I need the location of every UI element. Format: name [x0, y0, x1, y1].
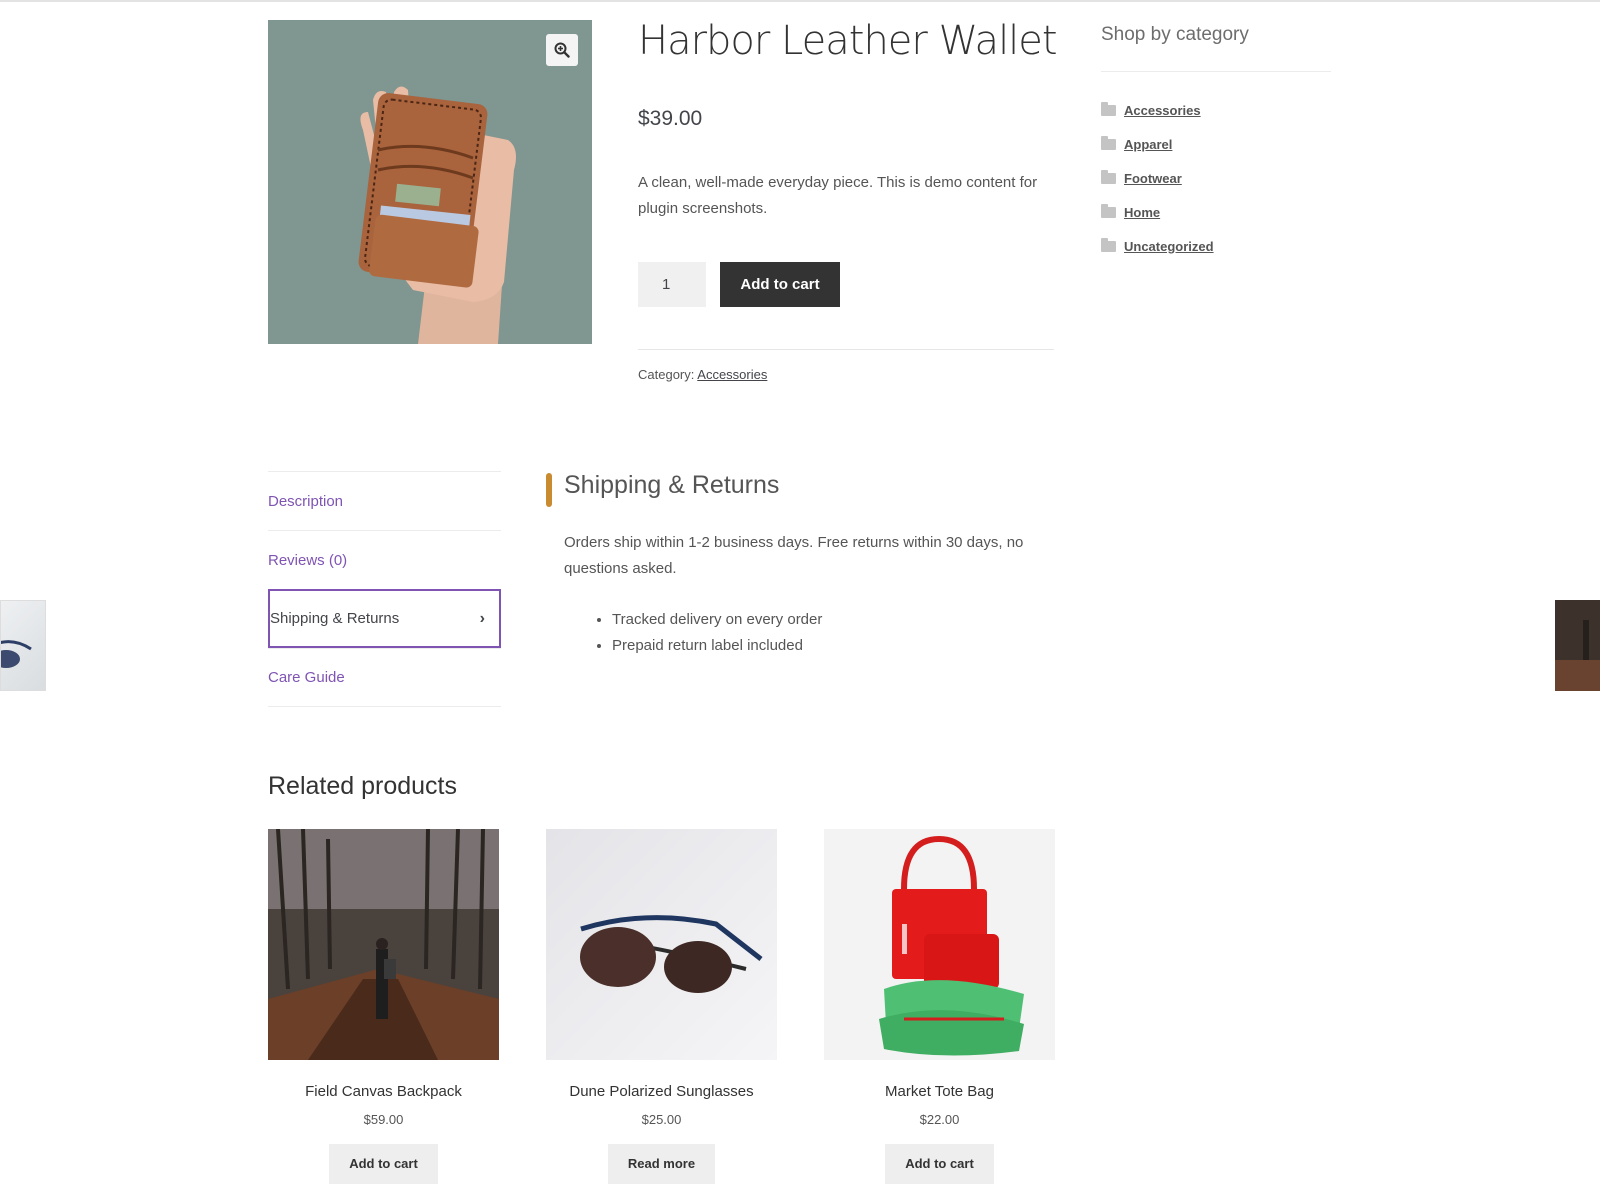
category-link-footwear[interactable]: Footwear — [1124, 171, 1182, 186]
product-tabs: Description Reviews (0) Shipping & Retur… — [268, 471, 501, 707]
category-item: Home — [1101, 195, 1214, 229]
category-list: Accessories Apparel Footwear Home Uncate… — [1101, 93, 1214, 263]
previous-product-thumbnail[interactable] — [0, 600, 46, 691]
tab-label: Description — [268, 492, 344, 510]
product-price: $25.00 — [641, 1112, 682, 1127]
folder-icon — [1101, 203, 1116, 218]
product-meta: Category: Accessories — [638, 367, 767, 382]
zoom-in-icon — [554, 42, 570, 58]
product-price: $39.00 — [638, 107, 703, 130]
tab-label: Shipping & Returns — [270, 610, 400, 627]
product-thumbnail[interactable] — [546, 829, 777, 1060]
product-thumbnail[interactable] — [268, 829, 499, 1060]
panel-accent-bar — [546, 473, 552, 507]
chevron-right-icon: › — [479, 609, 485, 627]
summary-divider — [638, 349, 1054, 350]
panel-bullet-list: Tracked delivery on every order Prepaid … — [612, 607, 822, 659]
product-price: $59.00 — [363, 1112, 404, 1127]
category-link-home[interactable]: Home — [1124, 205, 1160, 220]
product-name[interactable]: Dune Polarized Sunglasses — [546, 1083, 777, 1100]
category-link-uncategorized[interactable]: Uncategorized — [1124, 239, 1214, 254]
tote-bag-photo — [824, 829, 1055, 1060]
add-to-cart-button[interactable]: Add to cart — [329, 1144, 438, 1184]
category-label: Category: — [638, 367, 695, 382]
folder-icon — [1101, 135, 1116, 150]
list-item: Tracked delivery on every order — [612, 607, 822, 633]
next-product-thumbnail[interactable] — [1555, 600, 1600, 691]
add-to-cart-button[interactable]: Add to cart — [720, 262, 840, 307]
product-title: Harbor Leather Wallet — [638, 18, 1058, 64]
add-to-cart-button[interactable]: Add to cart — [885, 1144, 994, 1184]
related-product-card: Market Tote Bag $22.00 Add to cart — [824, 829, 1055, 1184]
product-thumbnail[interactable] — [824, 829, 1055, 1060]
related-product-card: Field Canvas Backpack $59.00 Add to cart — [268, 829, 499, 1184]
related-product-card: Dune Polarized Sunglasses $25.00 Read mo… — [546, 829, 777, 1184]
quantity-input[interactable] — [638, 262, 706, 307]
tab-label: Care Guide — [268, 669, 345, 686]
backpack-photo — [268, 829, 499, 1060]
backpack-thumb — [1555, 600, 1600, 691]
category-link-apparel[interactable]: Apparel — [1124, 137, 1172, 152]
category-item: Accessories — [1101, 93, 1214, 127]
category-link-accessories[interactable]: Accessories — [1124, 103, 1201, 118]
tab-care-guide[interactable]: Care Guide — [268, 648, 501, 707]
sidebar-title: Shop by category — [1101, 24, 1249, 45]
product-short-description: A clean, well-made everyday piece. This … — [638, 174, 1038, 217]
sunglasses-thumb — [1, 640, 32, 668]
panel-title: Shipping & Returns — [564, 471, 780, 499]
category-item: Apparel — [1101, 127, 1214, 161]
tab-description[interactable]: Description — [268, 471, 501, 530]
product-image[interactable] — [268, 20, 592, 344]
category-item: Uncategorized — [1101, 229, 1214, 263]
tab-label: Reviews (0) — [268, 551, 348, 569]
related-products-title: Related products — [268, 772, 458, 800]
category-item: Footwear — [1101, 161, 1214, 195]
read-more-button[interactable]: Read more — [607, 1144, 716, 1184]
wallet-photo — [268, 20, 592, 344]
category-link[interactable]: Accessories — [697, 367, 767, 382]
folder-icon — [1101, 237, 1116, 252]
tab-reviews[interactable]: Reviews (0) — [268, 530, 501, 589]
product-price: $22.00 — [919, 1112, 960, 1127]
top-border — [0, 0, 1600, 2]
sidebar-divider — [1101, 71, 1331, 72]
product-name[interactable]: Market Tote Bag — [824, 1083, 1055, 1100]
zoom-button[interactable] — [546, 34, 578, 66]
folder-icon — [1101, 101, 1116, 116]
folder-icon — [1101, 169, 1116, 184]
tab-shipping-returns[interactable]: Shipping & Returns › — [268, 589, 501, 648]
panel-text: Orders ship within 1-2 business days. Fr… — [564, 534, 1024, 577]
product-name[interactable]: Field Canvas Backpack — [268, 1083, 499, 1100]
sunglasses-photo — [546, 829, 777, 1060]
list-item: Prepaid return label included — [612, 633, 822, 659]
